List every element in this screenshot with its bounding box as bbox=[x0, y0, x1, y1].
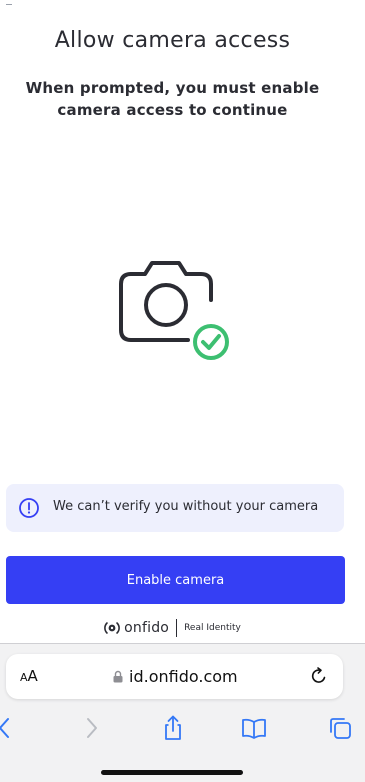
onfido-logo-icon bbox=[104, 622, 121, 634]
text-size-large-a: A bbox=[27, 667, 38, 685]
camera-illustration bbox=[119, 261, 229, 360]
bookmarks-button[interactable] bbox=[241, 715, 267, 741]
info-icon bbox=[19, 498, 39, 518]
subtitle-line-2: camera access to continue bbox=[57, 101, 288, 119]
address-bar[interactable]: AA id.onfido.com bbox=[6, 654, 343, 699]
forward-button[interactable] bbox=[79, 715, 105, 741]
text-size-small-a: A bbox=[20, 671, 28, 684]
page-subtitle: When prompted, you must enable camera ac… bbox=[0, 77, 345, 121]
brand-footer: onfido Real Identity bbox=[0, 618, 345, 638]
tabs-button[interactable] bbox=[327, 715, 353, 741]
status-bar-fragment bbox=[6, 4, 12, 5]
info-banner: We can’t verify you without your camera bbox=[6, 484, 344, 532]
back-button[interactable] bbox=[0, 715, 18, 741]
tabs-icon bbox=[330, 718, 351, 739]
camera-icon bbox=[119, 261, 213, 342]
info-banner-text: We can’t verify you without your camera bbox=[53, 499, 319, 514]
subtitle-line-1: When prompted, you must enable bbox=[25, 79, 320, 97]
check-circle-icon bbox=[193, 324, 229, 360]
reload-icon bbox=[311, 667, 326, 683]
share-icon bbox=[165, 715, 181, 740]
back-icon bbox=[0, 718, 9, 738]
enable-camera-button-label: Enable camera bbox=[126, 572, 225, 588]
bookmarks-icon bbox=[242, 718, 266, 739]
forward-icon bbox=[87, 718, 97, 738]
reload-button[interactable] bbox=[309, 666, 329, 686]
brand-name: onfido bbox=[124, 620, 170, 636]
enable-camera-button[interactable]: Enable camera bbox=[6, 556, 345, 604]
page-title: Allow camera access bbox=[54, 28, 291, 53]
brand-tagline: Real Identity bbox=[184, 623, 241, 633]
text-size-button[interactable]: AA bbox=[20, 667, 38, 685]
browser-bottom-bar: AA id.onfido.com bbox=[0, 643, 365, 782]
url-text: id.onfido.com bbox=[129, 666, 238, 686]
share-button[interactable] bbox=[160, 715, 186, 741]
lock-icon bbox=[113, 670, 123, 682]
home-indicator bbox=[101, 770, 243, 775]
page: Allow camera access When prompted, you m… bbox=[0, 0, 365, 782]
url-display[interactable]: id.onfido.com bbox=[113, 666, 238, 686]
brand-divider bbox=[176, 619, 178, 637]
